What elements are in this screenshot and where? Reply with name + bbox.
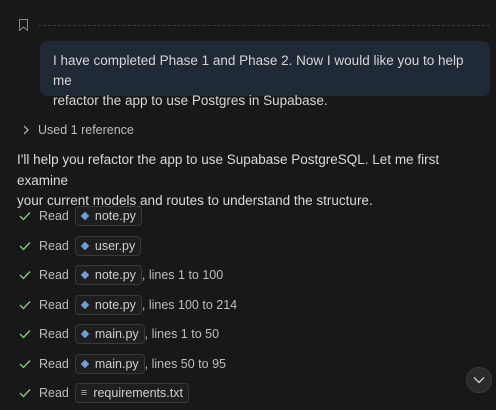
file-name: note.py	[94, 209, 136, 223]
file-chip[interactable]: main.py	[74, 354, 145, 374]
file-name: user.py	[94, 239, 136, 253]
read-step: Read main.py , lines 1 to 50	[19, 323, 219, 345]
check-icon	[19, 242, 31, 251]
step-action: Read	[39, 239, 69, 253]
text-file-icon: ≡	[80, 386, 88, 399]
checkpoint-divider	[38, 25, 490, 26]
step-action: Read	[39, 327, 69, 341]
step-action: Read	[39, 268, 69, 282]
step-range: , lines 50 to 95	[144, 357, 226, 371]
chevron-down-icon	[473, 377, 485, 384]
read-step: Read user.py	[19, 235, 142, 257]
read-step: Read note.py , lines 100 to 214	[19, 294, 237, 316]
file-chip[interactable]: user.py	[74, 236, 142, 256]
python-file-icon	[80, 270, 90, 280]
file-chip[interactable]: note.py	[74, 206, 142, 226]
file-name: main.py	[94, 327, 139, 341]
check-icon	[19, 212, 31, 221]
references-toggle[interactable]: Used 1 reference	[22, 121, 134, 139]
file-chip[interactable]: main.py	[74, 324, 145, 344]
step-action: Read	[39, 386, 69, 400]
python-file-icon	[80, 329, 90, 339]
step-range: , lines 100 to 214	[141, 298, 238, 312]
step-range: , lines 1 to 50	[144, 327, 220, 341]
references-label: Used 1 reference	[38, 123, 134, 137]
python-file-icon	[80, 211, 90, 221]
check-icon	[19, 330, 31, 339]
chevron-right-icon	[23, 125, 29, 135]
read-step: Read ≡ requirements.txt	[19, 382, 189, 404]
bookmark-icon[interactable]	[19, 19, 28, 31]
step-action: Read	[39, 209, 69, 223]
user-message-line-1: I have completed Phase 1 and Phase 2. No…	[53, 53, 464, 88]
read-step: Read note.py	[19, 205, 142, 227]
file-chip[interactable]: note.py	[74, 295, 142, 315]
check-icon	[19, 301, 31, 310]
user-message-line-2: refactor the app to use Postgres in Supa…	[53, 93, 328, 108]
chat-header	[0, 0, 496, 40]
python-file-icon	[80, 359, 90, 369]
user-message: I have completed Phase 1 and Phase 2. No…	[40, 41, 490, 108]
response-line-1: I'll help you refactor the app to use Su…	[17, 152, 440, 188]
file-name: requirements.txt	[93, 386, 183, 400]
step-range: , lines 1 to 100	[141, 268, 224, 282]
file-name: note.py	[94, 298, 136, 312]
assistant-response: I'll help you refactor the app to use Su…	[17, 150, 487, 212]
read-step: Read note.py , lines 1 to 100	[19, 264, 223, 286]
check-icon	[19, 271, 31, 280]
file-name: note.py	[94, 268, 136, 282]
scroll-to-bottom-button[interactable]	[466, 367, 492, 393]
file-chip[interactable]: ≡ requirements.txt	[74, 383, 189, 403]
python-file-icon	[80, 300, 90, 310]
file-name: main.py	[94, 357, 139, 371]
file-chip[interactable]: note.py	[74, 265, 142, 285]
check-icon	[19, 389, 31, 398]
python-file-icon	[80, 241, 90, 251]
check-icon	[19, 360, 31, 369]
step-action: Read	[39, 357, 69, 371]
step-action: Read	[39, 298, 69, 312]
read-step: Read main.py , lines 50 to 95	[19, 353, 226, 375]
